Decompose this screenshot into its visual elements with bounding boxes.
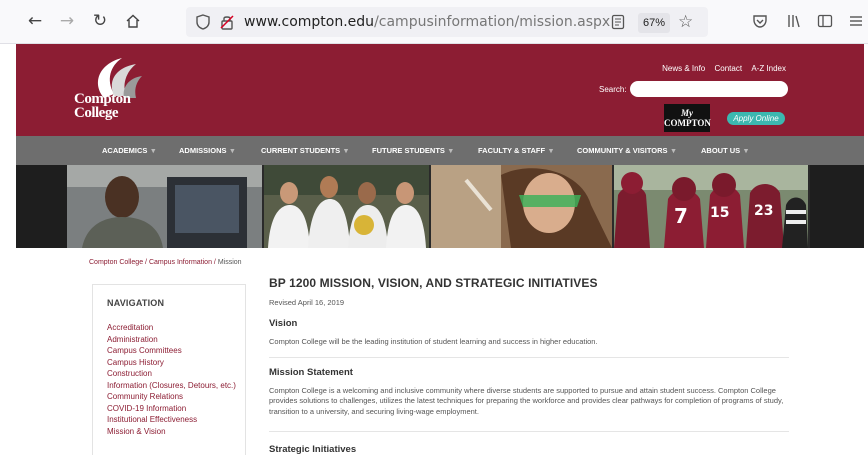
- main-nav: ACADEMICS ▾ ADMISSIONS ▾ CURRENT STUDENTS ▾…: [16, 136, 864, 165]
- nav-community-visitors[interactable]: COMMUNITY & VISITORS ▾: [577, 146, 675, 155]
- nav-faculty-staff[interactable]: FACULTY & STAFF ▾: [478, 146, 553, 155]
- logo-line-1: Compton: [74, 91, 131, 107]
- library-icon[interactable]: [786, 13, 802, 34]
- sidebar-title: NAVIGATION: [107, 298, 165, 308]
- chevron-down-icon: ▾: [549, 146, 553, 155]
- reader-view-icon[interactable]: [611, 14, 625, 35]
- utility-links: News & Info Contact A-Z Index: [655, 64, 786, 73]
- divider: [269, 431, 789, 432]
- breadcrumb-home[interactable]: Compton College: [89, 259, 143, 266]
- util-link-contact[interactable]: Contact: [715, 64, 743, 73]
- sidebar-item-institutional-effectiveness[interactable]: Institutional Effectiveness: [107, 414, 237, 426]
- banner-photo-lab-student: [431, 165, 612, 248]
- url-domain: www.compton.edu: [244, 14, 375, 30]
- url-text[interactable]: www.compton.edu/campusinformation/missio…: [244, 14, 610, 30]
- browser-toolbar: ← → ↻ www.compton.edu/campusinformation/…: [0, 0, 868, 44]
- logo-wordmark: Compton College: [74, 91, 140, 121]
- nav-admissions-label: ADMISSIONS: [179, 146, 227, 155]
- banner-photo-graduates: [264, 165, 429, 248]
- mycompton-line-1: My: [681, 108, 693, 118]
- nav-community-visitors-label: COMMUNITY & VISITORS: [577, 146, 668, 155]
- util-link-az-index[interactable]: A-Z Index: [751, 64, 786, 73]
- back-arrow-icon[interactable]: ←: [24, 10, 46, 32]
- sidebar-toggle-icon[interactable]: [817, 13, 833, 34]
- search-label: Search:: [599, 85, 627, 94]
- main-content: BP 1200 MISSION, VISION, AND STRATEGIC I…: [269, 276, 789, 455]
- bookmark-star-icon[interactable]: ☆: [678, 12, 693, 32]
- chevron-down-icon: ▾: [448, 146, 453, 155]
- nav-future-students-label: FUTURE STUDENTS: [372, 146, 445, 155]
- nav-about-us-label: ABOUT US: [701, 146, 741, 155]
- nav-about-us[interactable]: ABOUT US ▾: [701, 146, 748, 155]
- vision-heading: Vision: [269, 318, 298, 329]
- breadcrumb-parent[interactable]: Campus Information: [149, 259, 212, 266]
- hero-banner: 7 15 23: [16, 165, 864, 248]
- nav-current-students-label: CURRENT STUDENTS: [261, 146, 341, 155]
- banner-edge-right: [810, 165, 864, 248]
- compton-college-logo[interactable]: Compton College: [74, 54, 164, 130]
- apply-online-button[interactable]: Apply Online: [727, 112, 785, 125]
- mission-heading: Mission Statement: [269, 366, 353, 378]
- forward-arrow-icon[interactable]: →: [56, 10, 78, 32]
- breadcrumb: Compton College / Campus Information / M…: [89, 259, 242, 266]
- vision-text: Compton College will be the leading inst…: [269, 337, 598, 346]
- banner-edge-left: [16, 165, 67, 248]
- chevron-down-icon: ▾: [230, 146, 235, 155]
- mycompton-line-2: COMPTON: [664, 118, 711, 128]
- site-header: Compton College News & Info Contact A-Z …: [16, 44, 864, 136]
- address-bar[interactable]: www.compton.edu/campusinformation/missio…: [186, 7, 708, 37]
- nav-future-students[interactable]: FUTURE STUDENTS ▾: [372, 146, 453, 155]
- site-search-input[interactable]: [630, 81, 788, 97]
- sidebar-list: Accreditation Administration Campus Comm…: [107, 322, 237, 437]
- zoom-level-badge[interactable]: 67%: [638, 13, 671, 33]
- svg-text:15: 15: [710, 205, 729, 221]
- insecure-lock-icon[interactable]: [220, 14, 234, 35]
- sidebar-item-campus-committees[interactable]: Campus Committees: [107, 345, 237, 357]
- svg-text:7: 7: [674, 204, 688, 228]
- sidebar-item-administration[interactable]: Administration: [107, 334, 237, 346]
- nav-faculty-staff-label: FACULTY & STAFF: [478, 146, 546, 155]
- sidebar-item-construction[interactable]: Construction: [107, 368, 237, 380]
- home-icon[interactable]: [122, 10, 144, 32]
- sidebar-item-information[interactable]: Information (Closures, Detours, etc.): [107, 380, 237, 392]
- sidebar-navigation: NAVIGATION Accreditation Administration …: [92, 284, 246, 455]
- reload-icon[interactable]: ↻: [89, 10, 111, 32]
- chevron-down-icon: ▾: [151, 146, 156, 155]
- banner-photo-student-computer: [67, 165, 262, 248]
- nav-admissions[interactable]: ADMISSIONS ▾: [179, 146, 234, 155]
- svg-text:23: 23: [754, 203, 773, 219]
- url-path: /campusinformation/mission.aspx: [374, 14, 611, 30]
- chevron-down-icon: ▾: [344, 146, 348, 155]
- breadcrumb-current: Mission: [217, 259, 242, 266]
- sidebar-item-accreditation[interactable]: Accreditation: [107, 322, 237, 334]
- sidebar-item-campus-history[interactable]: Campus History: [107, 357, 237, 369]
- strategic-initiatives-heading: Strategic Initiatives: [269, 444, 357, 455]
- nav-academics[interactable]: ACADEMICS ▾: [102, 146, 155, 155]
- mycompton-button[interactable]: My COMPTON: [664, 104, 711, 132]
- hamburger-menu-icon[interactable]: [848, 13, 864, 34]
- pocket-icon[interactable]: [752, 13, 768, 34]
- sidebar-item-community-relations[interactable]: Community Relations: [107, 391, 237, 403]
- shield-icon[interactable]: [196, 14, 210, 35]
- chevron-down-icon: ▾: [744, 146, 748, 155]
- mission-text: Compton College is a welcoming and inclu…: [269, 385, 784, 416]
- sidebar-item-mission-vision[interactable]: Mission & Vision: [107, 426, 237, 438]
- logo-line-2: College: [74, 105, 118, 121]
- sidebar-item-covid-19[interactable]: COVID-19 Information: [107, 403, 237, 415]
- page-title: BP 1200 MISSION, VISION, AND STRATEGIC I…: [269, 276, 598, 290]
- banner-photo-football: 7 15 23: [614, 165, 808, 248]
- chevron-down-icon: ▾: [671, 146, 676, 155]
- revised-date: Revised April 16, 2019: [269, 298, 345, 307]
- nav-current-students[interactable]: CURRENT STUDENTS ▾: [261, 146, 348, 155]
- nav-academics-label: ACADEMICS: [102, 146, 148, 155]
- util-link-news[interactable]: News & Info: [662, 64, 705, 73]
- divider: [269, 356, 789, 358]
